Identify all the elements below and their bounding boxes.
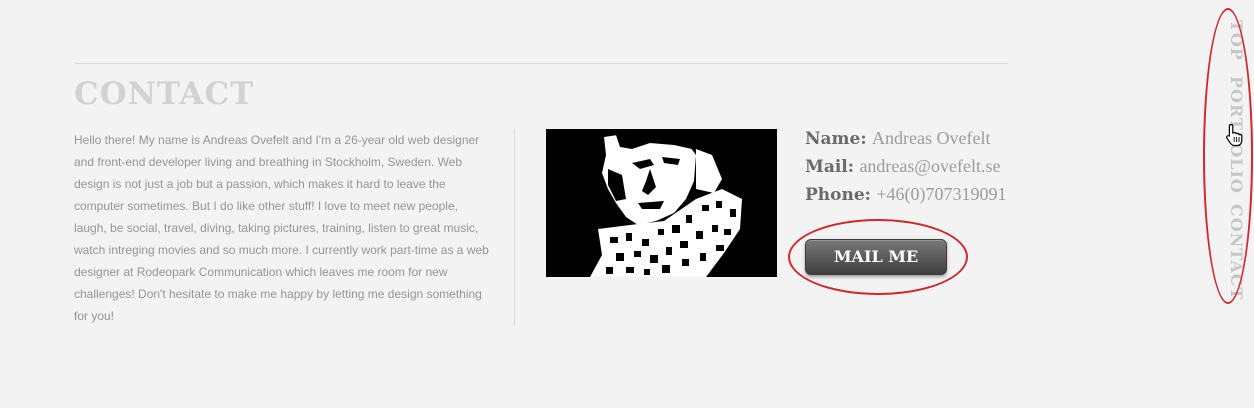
section-title: CONTACT <box>74 76 255 112</box>
column-divider <box>514 129 515 326</box>
hand-pointer-icon <box>1225 123 1245 147</box>
bio-text: Hello there! My name is Andreas Ovefelt … <box>74 133 489 323</box>
contact-mail-row: Mail: andreas@ovefelt.se <box>805 152 1006 180</box>
profile-photo <box>546 129 777 277</box>
name-label: Name: <box>805 129 867 149</box>
name-value: Andreas Ovefelt <box>872 128 991 148</box>
mail-value[interactable]: andreas@ovefelt.se <box>859 156 1000 176</box>
contact-phone-row: Phone: +46(0)707319091 <box>805 180 1006 208</box>
contact-info: Name: Andreas Ovefelt Mail: andreas@ovef… <box>805 124 1006 208</box>
section-divider <box>75 63 1008 64</box>
mail-me-button[interactable]: MAIL ME <box>805 239 947 275</box>
side-nav: TOP PORTFOLIO CONTACT <box>1222 20 1246 320</box>
contact-name-row: Name: Andreas Ovefelt <box>805 124 1006 152</box>
phone-label: Phone: <box>805 185 871 205</box>
phone-value: +46(0)707319091 <box>876 184 1007 204</box>
nav-item-top[interactable]: TOP <box>1222 20 1246 61</box>
nav-item-contact[interactable]: CONTACT <box>1222 204 1246 300</box>
mail-label: Mail: <box>805 157 855 177</box>
